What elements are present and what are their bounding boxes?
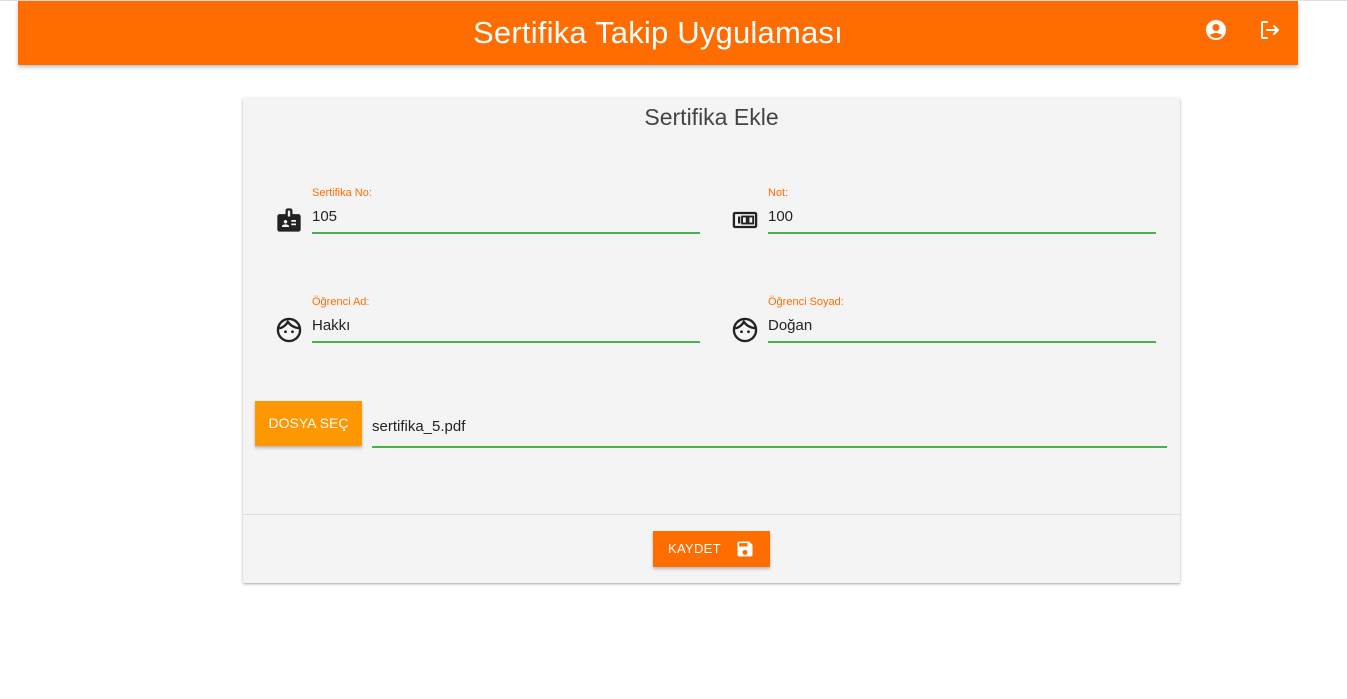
choose-file-button[interactable]: DOSYA SEÇ xyxy=(255,401,362,446)
face-icon xyxy=(275,316,303,344)
save-button[interactable]: KAYDET xyxy=(653,531,770,567)
grade-input[interactable] xyxy=(768,200,1156,234)
card-divider xyxy=(243,514,1180,515)
certificate-no-input[interactable] xyxy=(312,200,700,234)
first-name-input[interactable] xyxy=(312,309,700,343)
logout-icon[interactable] xyxy=(1258,18,1282,42)
face-icon xyxy=(731,316,759,344)
grade-label: Not: xyxy=(768,187,789,199)
first-name-label: Öğrenci Ad: xyxy=(312,296,370,308)
certificate-no-label: Sertifika No: xyxy=(312,187,372,199)
certificate-form-card: Sertifika Ekle Sertifika No: Not: Öğrenc… xyxy=(243,98,1180,583)
badge-icon xyxy=(275,206,303,234)
app-title: Sertifika Takip Uygulaması xyxy=(473,15,843,50)
app-header: Sertifika Takip Uygulaması xyxy=(18,1,1298,65)
save-button-label: KAYDET xyxy=(668,541,721,556)
last-name-input[interactable] xyxy=(768,309,1156,343)
last-name-label: Öğrenci Soyad: xyxy=(768,296,844,308)
account-circle-icon[interactable] xyxy=(1204,18,1228,42)
file-path-input[interactable] xyxy=(372,406,1167,448)
form-title: Sertifika Ekle xyxy=(644,104,779,130)
counter-icon xyxy=(731,206,759,234)
save-icon xyxy=(735,539,755,559)
